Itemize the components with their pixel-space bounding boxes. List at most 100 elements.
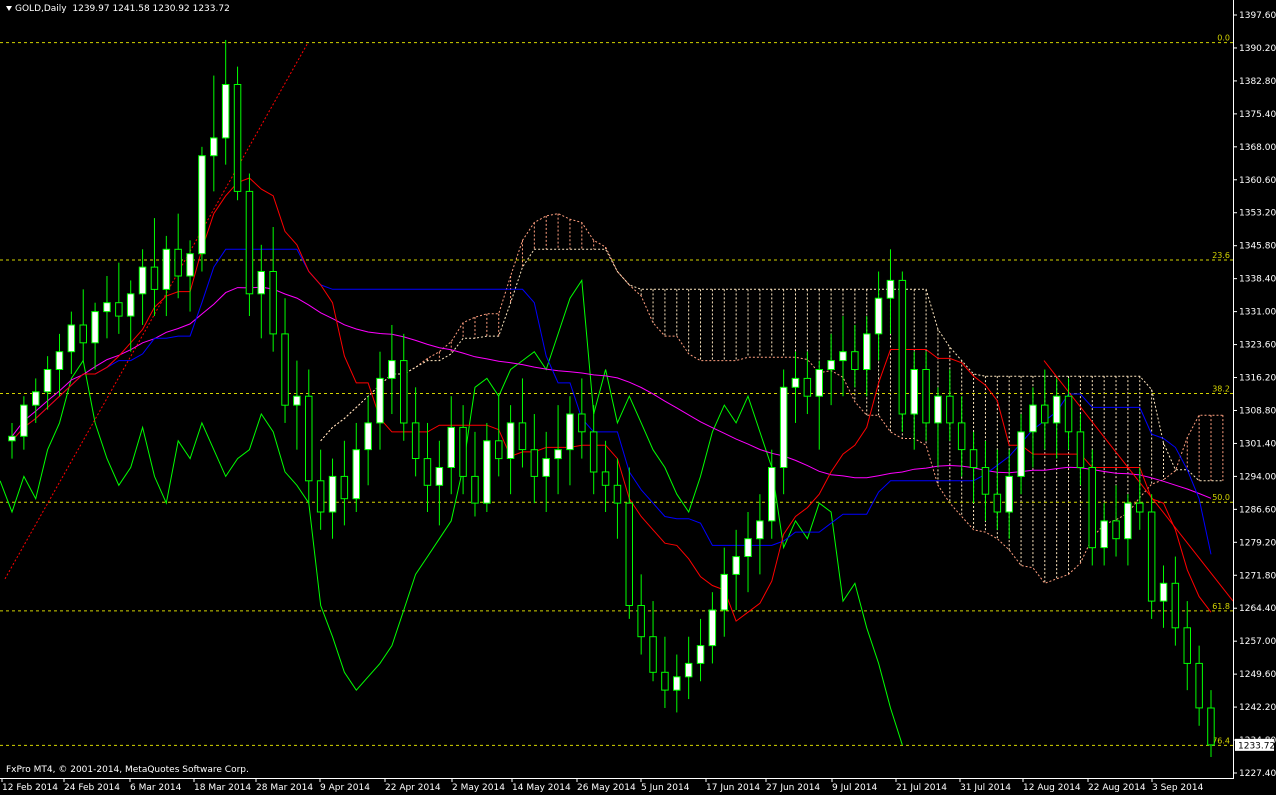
- candle: [993, 449, 1002, 530]
- senkou-span-b: [320, 248, 1223, 482]
- candle-body: [1124, 502, 1132, 540]
- candle-body: [827, 360, 835, 371]
- price-tick-label: 1264.40: [1239, 604, 1276, 614]
- candle-body: [55, 351, 64, 371]
- candle-body: [744, 538, 752, 558]
- price-tick-label: 1286.60: [1239, 505, 1276, 515]
- candle-body: [316, 480, 325, 513]
- candle-body: [1041, 404, 1049, 424]
- price-tick-label: 1308.80: [1239, 406, 1276, 416]
- candle: [79, 289, 87, 361]
- candle: [459, 405, 467, 495]
- candle-body: [1207, 707, 1215, 746]
- candle: [589, 405, 598, 495]
- candle-body: [1195, 662, 1203, 709]
- candle: [376, 351, 384, 450]
- candle-body: [874, 297, 883, 335]
- candle-body: [138, 266, 147, 295]
- candle-body: [305, 395, 313, 482]
- candle-body: [1183, 627, 1191, 664]
- candle: [186, 240, 194, 312]
- candle-body: [447, 426, 455, 468]
- fib-label: 61.8: [1212, 602, 1230, 611]
- candle-body: [1159, 582, 1168, 602]
- kijun-sen-line: [11, 248, 1212, 555]
- candle-body: [32, 391, 40, 406]
- candle: [352, 422, 360, 513]
- candle-body: [946, 395, 954, 424]
- candle-body: [281, 333, 289, 406]
- price-tick-label: 1271.80: [1239, 571, 1276, 581]
- candle: [708, 592, 717, 664]
- time-tick-label: 14 May 2014: [512, 783, 571, 793]
- time-tick-label: 9 Apr 2014: [320, 783, 370, 793]
- time-tick-label: 17 Jun 2014: [706, 783, 760, 793]
- candle: [305, 369, 313, 504]
- candle: [340, 440, 349, 526]
- candle: [946, 369, 954, 441]
- candle-body: [957, 422, 966, 451]
- candle: [744, 512, 752, 593]
- candle-body: [839, 351, 847, 362]
- candle: [554, 405, 562, 495]
- candle-body: [530, 449, 539, 477]
- candle-body: [423, 458, 432, 486]
- price-tick-label: 1345.80: [1239, 242, 1276, 252]
- candle-body: [20, 404, 28, 437]
- candle-body: [1147, 511, 1156, 602]
- candle: [483, 422, 491, 513]
- candle: [495, 396, 503, 477]
- time-tick-label: 2 May 2014: [452, 783, 505, 793]
- price-tick-label: 1375.40: [1239, 110, 1276, 120]
- candle-body: [471, 475, 479, 504]
- candle-body: [993, 493, 1002, 513]
- candle: [673, 654, 681, 713]
- candle: [1171, 556, 1180, 646]
- price-tick-label: 1257.00: [1239, 637, 1276, 647]
- candle-body: [518, 422, 527, 451]
- candle-body: [79, 324, 87, 344]
- price-tick-label: 1360.60: [1239, 176, 1276, 186]
- dropdown-triangle-icon[interactable]: [6, 6, 12, 11]
- price-tick-label: 1242.20: [1239, 703, 1276, 713]
- time-tick-label: 12 Aug 2014: [1023, 783, 1081, 793]
- candle: [1005, 449, 1013, 539]
- candle: [210, 75, 218, 192]
- candle-body: [756, 520, 764, 540]
- candle: [732, 529, 740, 610]
- candle: [103, 275, 111, 339]
- price-tick-label: 1227.40: [1239, 769, 1276, 779]
- time-tick-label: 28 Mar 2014: [256, 783, 313, 793]
- candle-body: [578, 413, 586, 433]
- candle: [198, 146, 206, 272]
- candle: [1041, 369, 1049, 450]
- candle: [827, 333, 835, 406]
- candle-body: [115, 302, 123, 317]
- candle-body: [886, 279, 895, 299]
- candle-body: [340, 475, 349, 500]
- candle-body: [732, 556, 740, 575]
- time-tick-label: 21 Jul 2014: [896, 783, 947, 793]
- candle: [779, 369, 788, 495]
- candle: [957, 396, 966, 477]
- candle: [684, 636, 693, 700]
- trend-line-rising: [4, 42, 309, 580]
- candle-body: [174, 248, 182, 277]
- candle-body: [1171, 582, 1180, 629]
- candle: [411, 387, 420, 477]
- candle-body: [483, 440, 491, 504]
- candle: [815, 360, 823, 450]
- price-chart[interactable]: 0.023.638.250.061.876.4 1397.601390.2013…: [0, 0, 1276, 795]
- candle: [981, 440, 990, 521]
- candle-body: [554, 449, 562, 460]
- candle-body: [637, 605, 645, 638]
- candle-body: [293, 395, 301, 406]
- candle: [138, 249, 147, 325]
- candle-body: [649, 636, 657, 673]
- chart-header: GOLD,Daily 1239.97 1241.58 1230.92 1233.…: [6, 4, 230, 14]
- candle-body: [1100, 520, 1108, 549]
- candle: [269, 226, 277, 352]
- candle-body: [126, 293, 135, 317]
- candle: [43, 356, 52, 410]
- candle: [530, 414, 539, 504]
